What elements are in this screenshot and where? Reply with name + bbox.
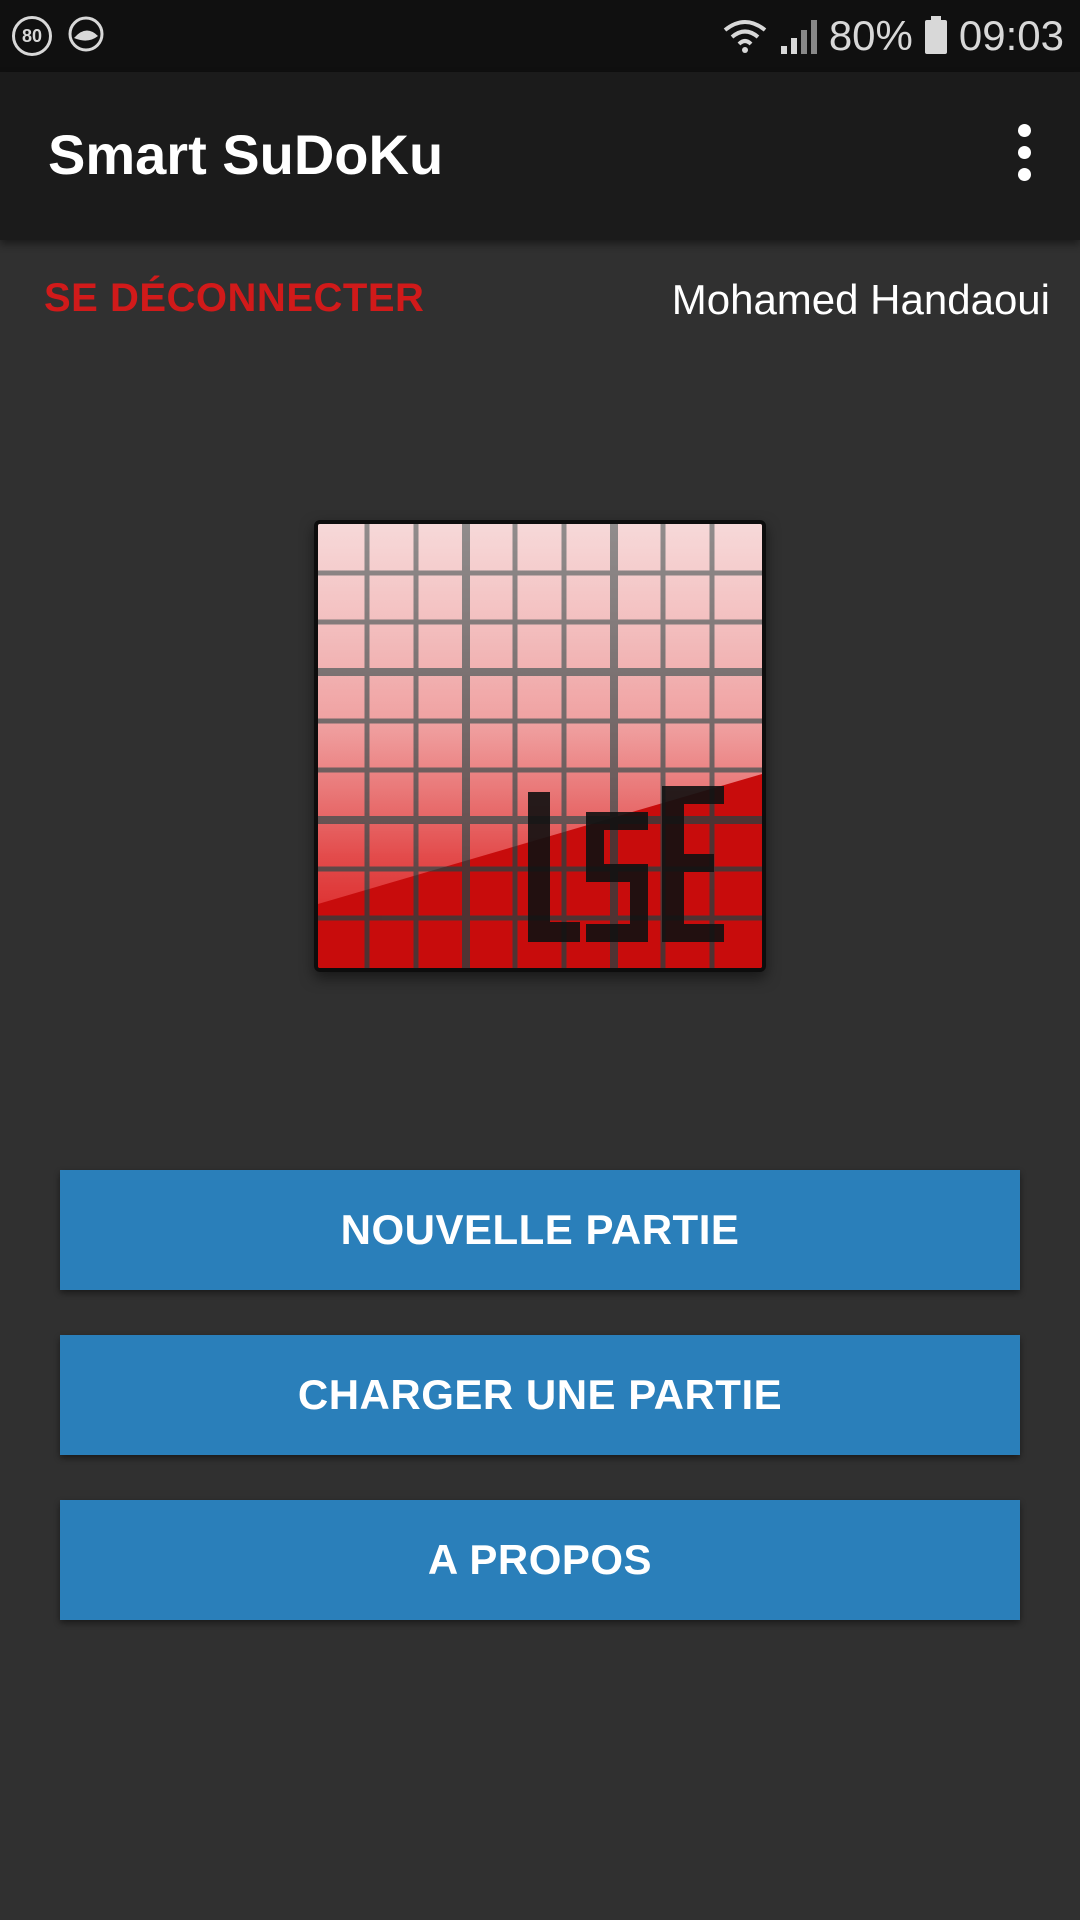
lse-sudoku-logo — [314, 520, 766, 972]
app-title: Smart SuDoKu — [48, 123, 444, 186]
new-game-button[interactable]: NOUVELLE PARTIE — [60, 1170, 1020, 1290]
about-button[interactable]: A PROPOS — [60, 1500, 1020, 1620]
app-bar: Smart SuDoKu — [0, 72, 1080, 240]
more-vert-icon[interactable] — [992, 112, 1056, 192]
wifi-icon — [721, 16, 769, 56]
clock: 09:03 — [958, 12, 1064, 59]
status-bar-left: 80 — [12, 14, 106, 59]
speed-limit-icon: 80 — [12, 16, 52, 56]
speed-limit-value: 80 — [21, 25, 43, 46]
status-bar-right: 80% 09:03 — [721, 12, 1064, 60]
overflow-dot — [1017, 145, 1031, 159]
battery-percentage: 80% — [828, 12, 913, 59]
signal-icon — [779, 16, 819, 56]
overflow-dot — [1017, 167, 1031, 181]
logout-button[interactable]: SE DÉCONNECTER — [44, 276, 424, 321]
status-bar: 80 80% 09:03 — [0, 0, 1080, 72]
battery-icon — [923, 16, 949, 56]
user-name: Mohamed Handaoui — [671, 276, 1050, 323]
overflow-dot — [1017, 123, 1031, 137]
load-game-button[interactable]: CHARGER UNE PARTIE — [60, 1335, 1020, 1455]
logo-graphic — [318, 524, 762, 968]
game-icon — [66, 14, 106, 59]
